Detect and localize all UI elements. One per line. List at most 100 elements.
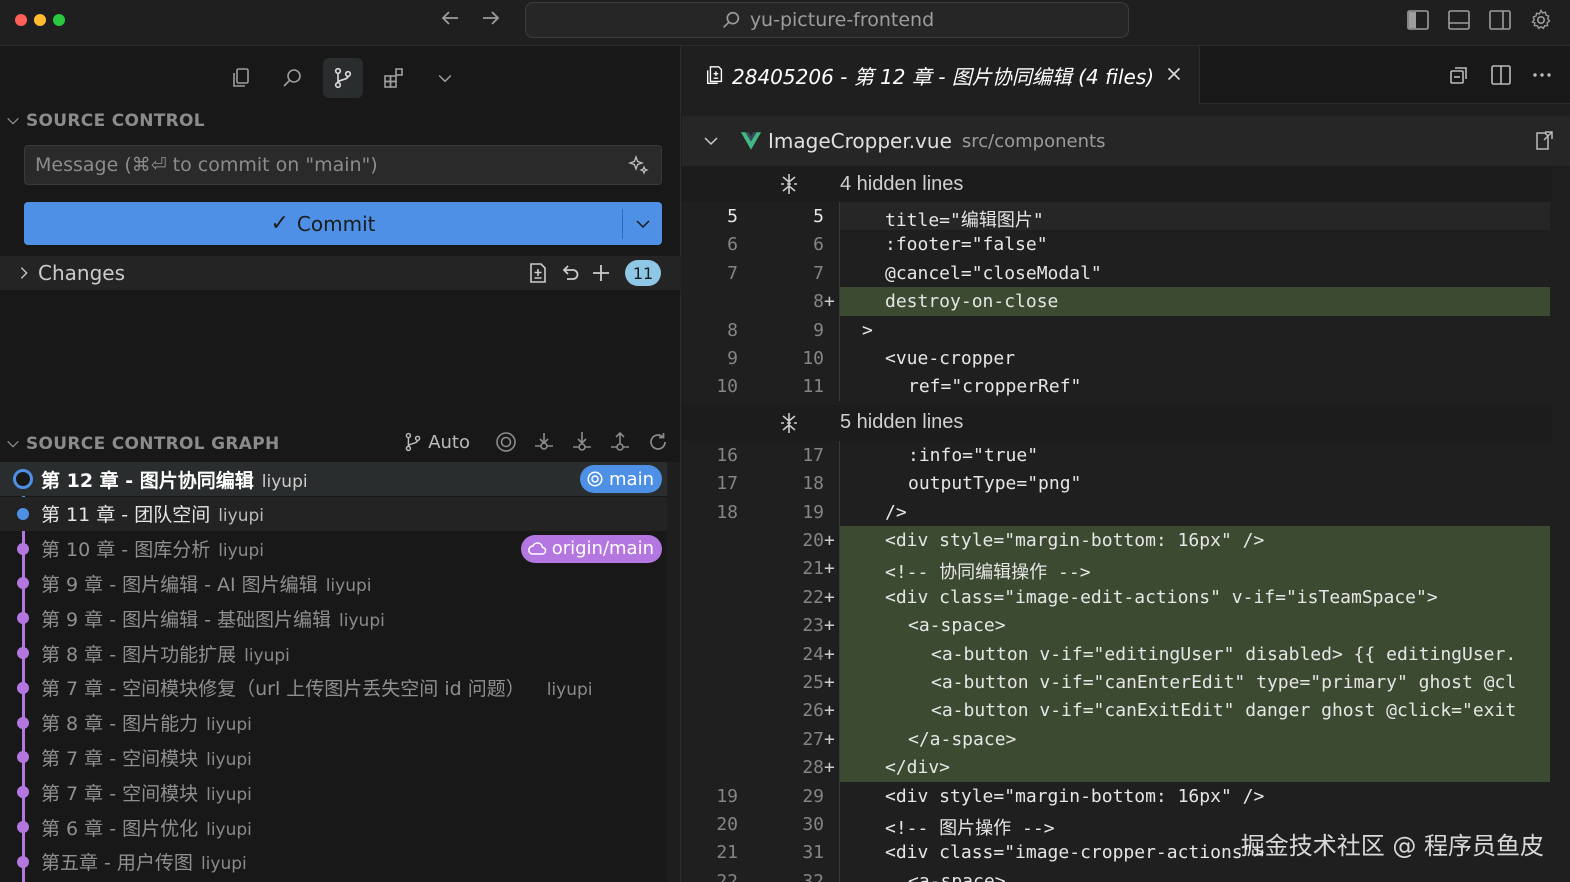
commit-row[interactable]: 第 10 章 - 图库分析 liyupi origin/main [0,532,668,566]
commit-button[interactable]: ✓ Commit [24,202,622,245]
gutter-divider [839,753,840,782]
commit-row[interactable]: 第 7 章 - 空间模块修复（url 上传图片丢失空间 id 问题） liyupi [0,671,668,705]
search-tab[interactable] [272,58,312,98]
diff-line[interactable]: 5 5 title="编辑图片" [682,202,1552,231]
tab-title: 28405206 - 第 12 章 - 图片协同编辑 (4 files) [732,64,1155,89]
diff-line-added[interactable]: 20 + <div style="margin-bottom: 16px" /> [682,526,1552,555]
commit-row[interactable]: 第 12 章 - 图片协同编辑 liyupi main [0,462,668,496]
diff-line[interactable]: 10 11 ref="cropperRef" [682,372,1552,401]
source-control-tab[interactable] [323,58,363,98]
commit-label: Commit [296,211,376,236]
new-line-number: 6 [813,234,824,256]
diff-line[interactable]: 17 18 outputType="png" [682,469,1552,498]
old-line-number: 7 [727,262,738,284]
toggle-panel-icon[interactable] [1447,8,1471,32]
target-icon[interactable] [494,430,518,454]
commit-row[interactable]: 第 7 章 - 空间模块 liyupi [0,775,668,809]
diff-line-added[interactable]: 8 + destroy-on-close [682,287,1552,316]
open-changes-icon[interactable] [526,261,550,285]
forward-arrow-icon[interactable] [479,6,503,36]
gutter-divider [839,810,840,839]
push-icon[interactable] [608,430,632,454]
toggle-secondary-sidebar-icon[interactable] [1488,8,1512,32]
extensions-tab[interactable] [374,58,414,98]
branch-auto-button[interactable]: Auto [402,431,470,453]
toggle-primary-sidebar-icon[interactable] [1406,8,1430,32]
fetch-icon[interactable] [532,430,556,454]
diff-line[interactable]: 16 17:info="true" [682,440,1552,470]
pull-icon[interactable] [570,430,594,454]
diff-line-added[interactable]: 26 + <a-button v-if="canExitEdit" danger g… [682,696,1552,725]
added-marker: + [824,558,835,580]
diff-line[interactable]: 7 7 @cancel="closeModal" [682,258,1552,288]
commit-row[interactable]: 第 8 章 - 图片功能扩展 liyupi [0,636,668,670]
commit-options-button[interactable] [623,202,662,245]
gutter-divider [839,611,840,640]
close-window-button[interactable] [15,14,27,26]
diff-line[interactable]: 22 32 <a-space> [682,866,1552,882]
diff-line[interactable]: 9 10 <vue-cropper [682,344,1552,373]
diff-line-added[interactable]: 23 + <a-space> [682,611,1552,640]
commit-row[interactable]: 第 11 章 - 团队空间 liyupi [0,496,668,531]
commit-row[interactable]: 第 8 章 - 图片能力 liyupi [0,706,668,740]
branch-name: main [609,468,654,490]
commit-row[interactable]: 第 7 章 - 空间模块 liyupi [0,740,668,774]
code-text: @cancel="closeModal" [885,262,1102,284]
collapse-all-icon[interactable] [1447,63,1471,87]
new-line-number: 28 [802,757,824,779]
explorer-tab[interactable] [221,58,261,98]
close-icon[interactable] [1163,63,1185,85]
sparkle-icon[interactable] [627,154,651,178]
changes-group[interactable]: Changes 11 [0,256,681,290]
branch-badge-origin-main[interactable]: origin/main [520,534,662,563]
check-icon: ✓ [270,211,289,236]
discard-changes-icon[interactable] [558,261,582,285]
new-line-number: 23 [802,615,824,637]
command-center[interactable]: yu-picture-frontend [525,2,1129,38]
commit-author: liyupi [206,715,252,736]
commit-row[interactable]: 第五章 - 用户传图 liyupi [0,845,668,879]
diff-line-added[interactable]: 28 + </div> [682,753,1552,782]
old-line-number: 8 [727,319,738,341]
more-actions-icon[interactable] [1530,63,1554,87]
old-line-number: 9 [727,348,738,369]
split-editor-icon[interactable] [1489,63,1513,87]
maximize-window-button[interactable] [53,14,65,26]
diff-line-added[interactable]: 24 + <a-button v-if="editingUser" disabled… [682,639,1552,668]
source-control-header[interactable]: SOURCE CONTROL [0,107,681,135]
commit-dot [17,821,29,833]
commit-row[interactable]: 第 9 章 - 图片编辑 - 基础图片编辑 liyupi [0,601,668,635]
commit-row[interactable]: 第 9 章 - 图片编辑 - AI 图片编辑 liyupi [0,566,668,600]
commit-row[interactable]: 第 6 章 - 图片优化 liyupi [0,810,668,844]
diff-line-added[interactable]: 27 + </a-space> [682,724,1552,754]
branch-badge-main[interactable]: main [580,465,662,493]
minimize-window-button[interactable] [34,14,46,26]
hidden-lines-2[interactable]: 5 hidden lines [682,404,1552,441]
file-diff-header[interactable]: ImageCropper.vue src/components [682,116,1570,166]
diff-line-added[interactable]: 25 + <a-button v-if="canEnterEdit" type="p… [682,668,1552,697]
gutter-divider [839,554,840,583]
diff-line[interactable]: 19 29 <div style="margin-bottom: 16px" /> [682,781,1552,810]
back-arrow-icon[interactable] [438,6,462,36]
diff-line[interactable]: 8 9 > [682,315,1552,344]
more-views-tab[interactable] [425,58,465,98]
open-file-icon[interactable] [1532,129,1556,153]
old-line-number: 5 [727,206,738,227]
diff-line-added[interactable]: 22 + <div class="image-edit-actions" v-if=… [682,582,1552,612]
stage-all-icon[interactable] [589,261,613,285]
diff-line-added[interactable]: 21 + <!-- 协同编辑操作 --> [682,554,1552,583]
old-line-number: 16 [716,444,738,466]
commit-message-input[interactable]: Message (⌘⏎ to commit on "main") [24,145,662,185]
diff-code-area[interactable]: 4 hidden lines 5 hidden lines 5 5 title="编… [682,166,1570,882]
refresh-icon[interactable] [646,430,670,454]
commit-dot [17,647,29,659]
graph-scrollbar[interactable] [667,462,680,882]
hidden-lines-1[interactable]: 4 hidden lines [682,166,1552,202]
gear-icon[interactable] [1529,8,1553,32]
diff-editor: 28405206 - 第 12 章 - 图片协同编辑 (4 files) Ima… [682,46,1570,882]
diff-line[interactable]: 18 19 /> [682,497,1552,526]
editor-tab-commit[interactable]: 28405206 - 第 12 章 - 图片协同编辑 (4 files) [682,46,1200,104]
diff-line[interactable]: 6 6:footer="false" [682,230,1552,259]
code-text: ref="cropperRef" [908,376,1082,398]
commit-graph: 第 12 章 - 图片协同编辑 liyupi main 第 11 章 - 团队空间… [0,462,681,882]
